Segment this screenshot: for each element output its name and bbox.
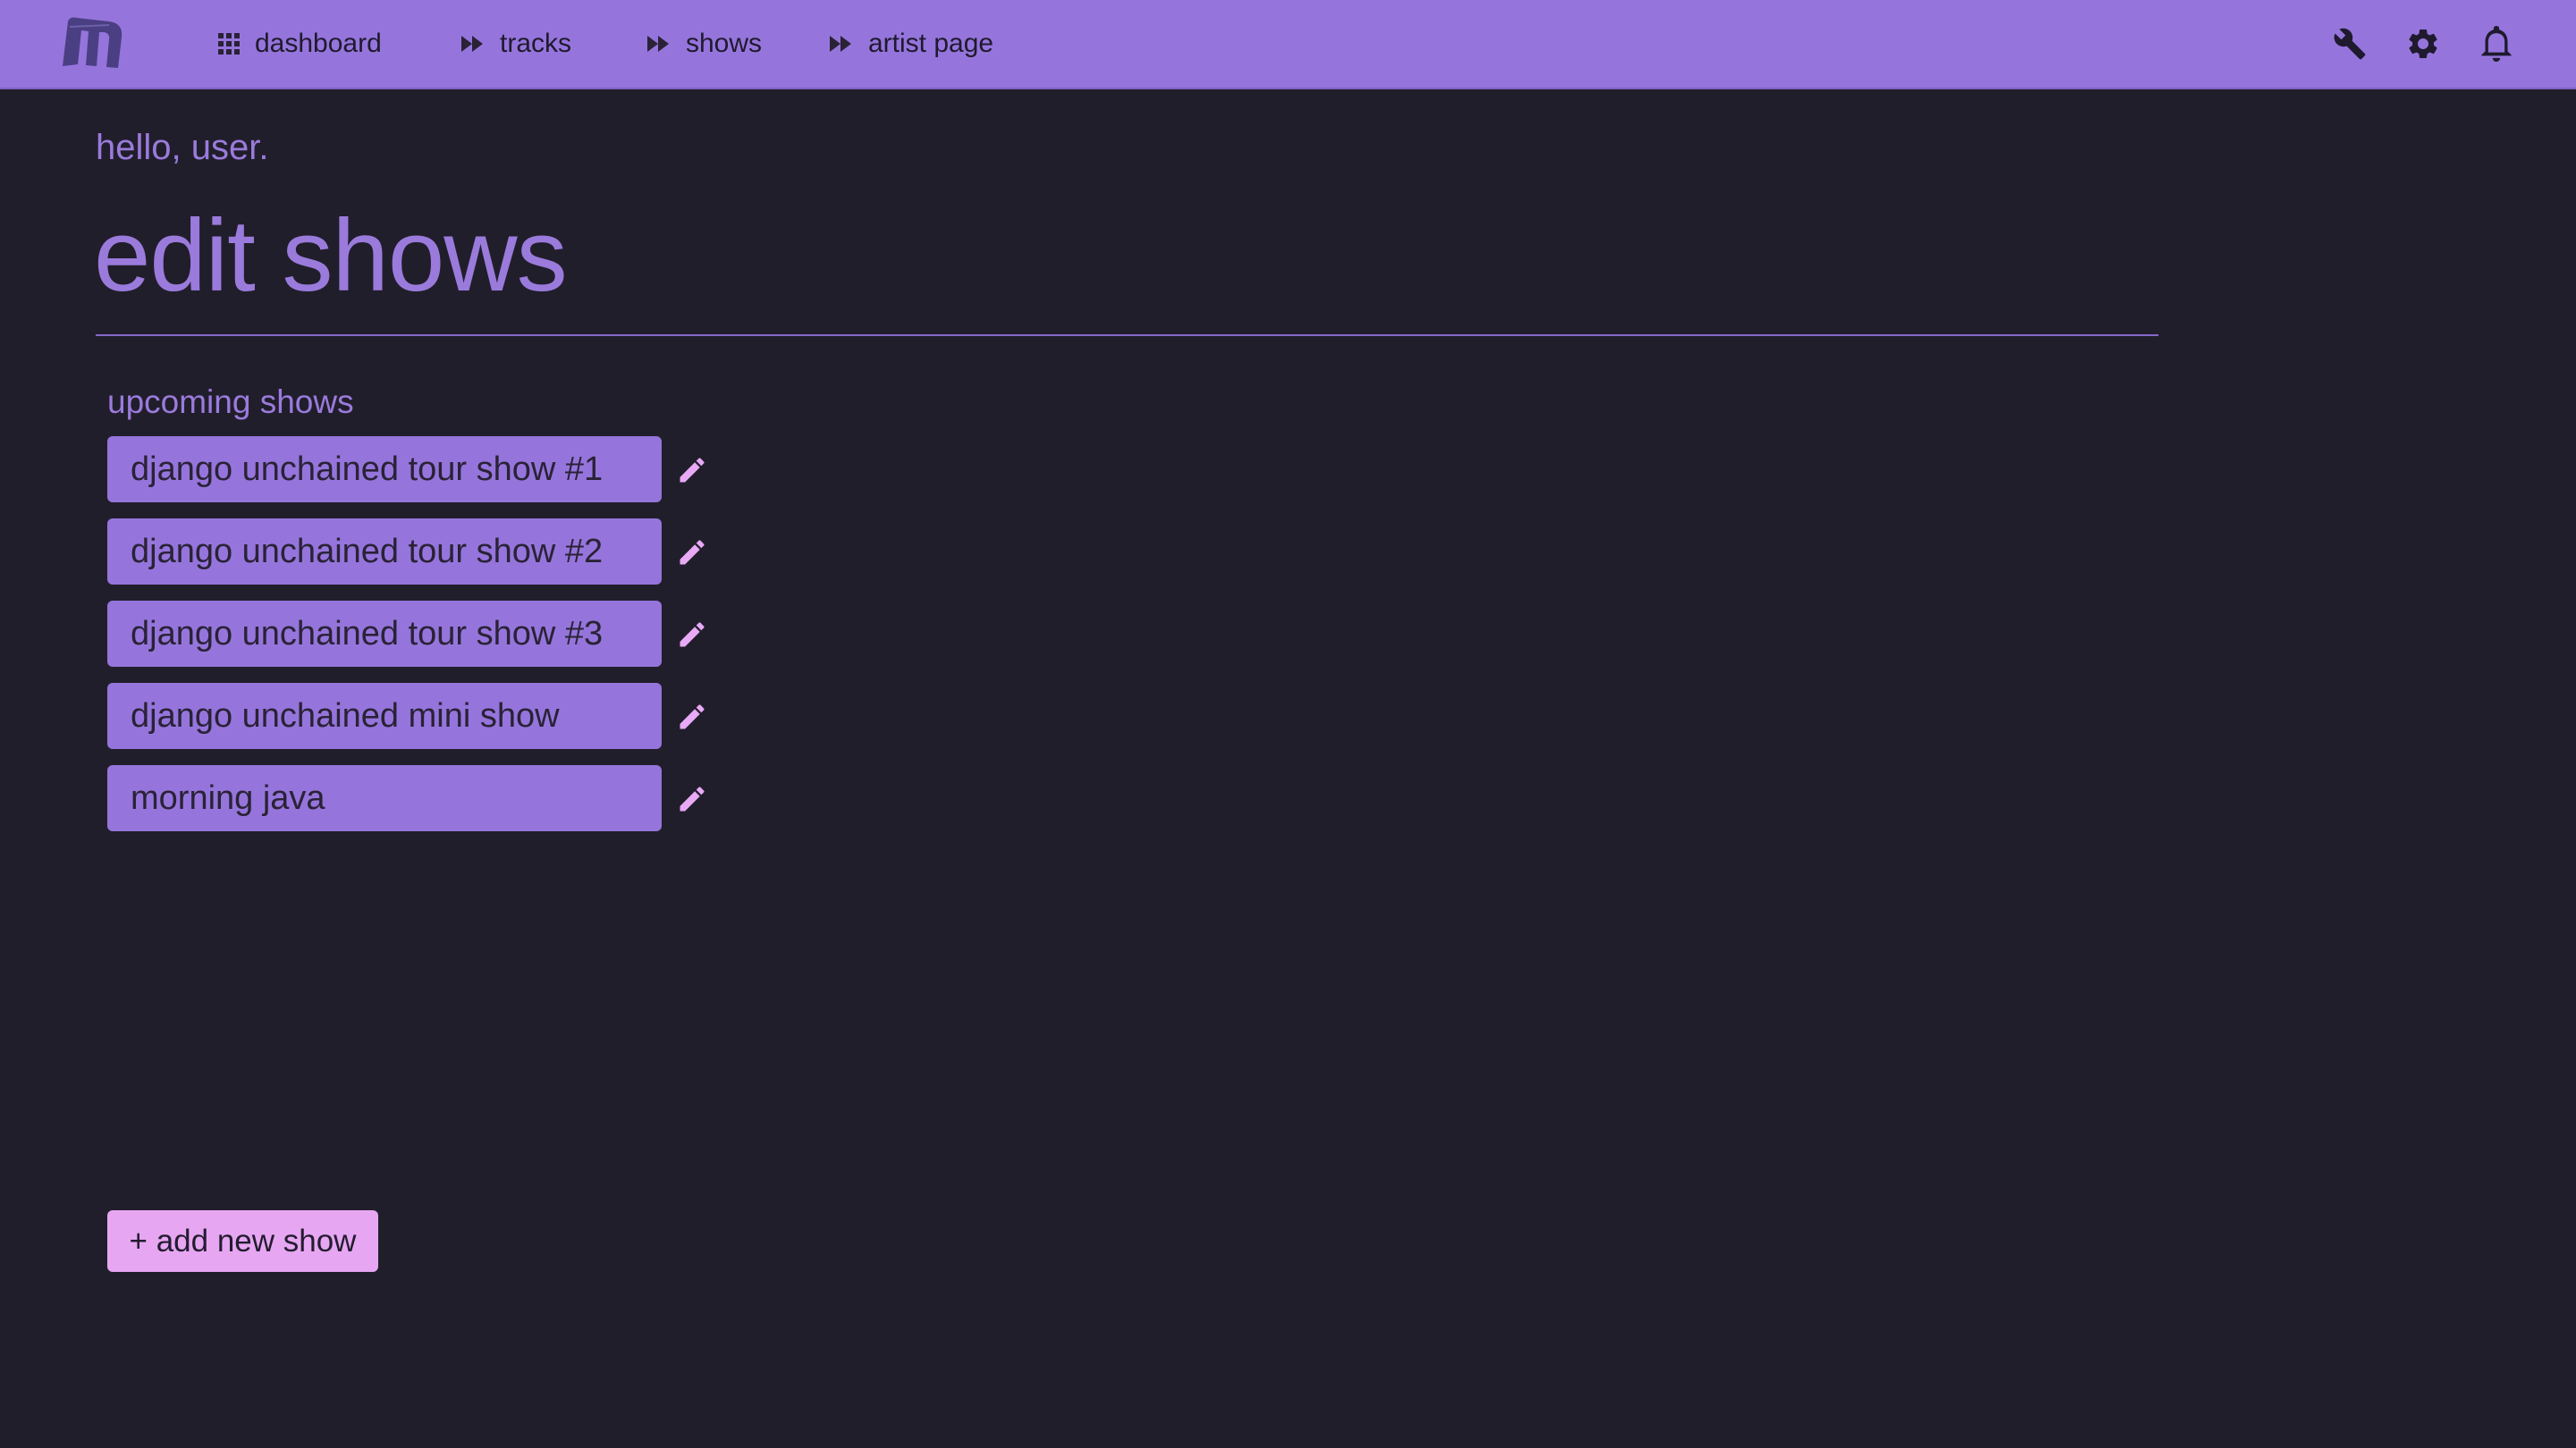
nav-tracks-label: tracks [500,29,572,58]
fast-forward-icon [829,34,854,54]
nav-tracks[interactable]: tracks [460,0,571,88]
show-row: django unchained tour show #3 [107,601,715,667]
nav-shows-label: shows [686,29,763,58]
edit-pencil-icon[interactable] [676,619,708,651]
show-row: django unchained tour show #1 [107,436,715,502]
top-nav-bar: dashboard tracks shows artist page [0,0,2576,89]
nav-shows[interactable]: shows [646,0,762,88]
fast-forward-icon [646,34,671,54]
show-row: django unchained mini show [107,683,715,749]
show-item[interactable]: morning java [107,765,662,831]
nav-dashboard[interactable]: dashboard [217,0,382,88]
show-item[interactable]: django unchained tour show #3 [107,601,662,667]
gear-icon[interactable] [2401,21,2445,66]
grid-icon [217,32,241,55]
wrench-icon[interactable] [2327,21,2372,66]
edit-pencil-icon[interactable] [676,454,708,486]
bell-icon[interactable] [2474,21,2519,66]
show-item[interactable]: django unchained tour show #1 [107,436,662,502]
title-divider [96,334,2158,336]
page-title: edit shows [94,199,568,313]
edit-pencil-icon[interactable] [676,783,708,815]
nav-artist-page[interactable]: artist page [829,0,993,88]
show-item[interactable]: django unchained mini show [107,683,662,749]
nav-artist-page-label: artist page [868,29,994,58]
greeting-text: hello, user. [96,128,269,167]
edit-pencil-icon[interactable] [676,536,708,568]
add-new-show-button[interactable]: + add new show [107,1210,378,1272]
show-row: morning java [107,765,715,831]
nav-dashboard-label: dashboard [255,29,382,58]
upcoming-shows-label: upcoming shows [107,383,354,420]
show-item[interactable]: django unchained tour show #2 [107,518,662,585]
fast-forward-icon [460,34,486,54]
m-logo-icon[interactable] [57,13,129,72]
show-row: django unchained tour show #2 [107,518,715,585]
edit-pencil-icon[interactable] [676,701,708,733]
